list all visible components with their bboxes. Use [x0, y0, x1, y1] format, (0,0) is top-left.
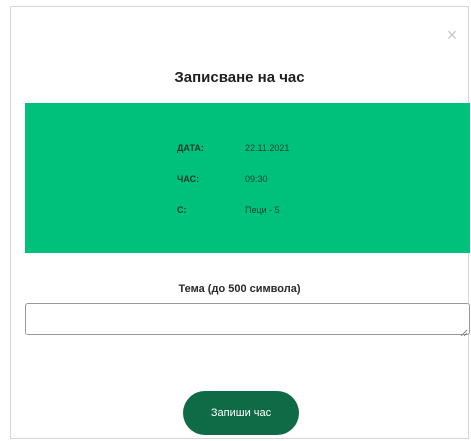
with-label: С:: [177, 205, 187, 215]
close-icon[interactable]: ×: [444, 26, 460, 44]
topic-textarea[interactable]: [25, 303, 470, 335]
topic-label: Тема (до 500 символа): [178, 283, 301, 295]
date-label: ДАТА:: [177, 143, 204, 153]
with-value: Пеци - 5: [245, 205, 280, 215]
resize-handle-icon[interactable]: [459, 324, 468, 337]
appointment-details-panel: ДАТА: 22.11.2021 ЧАС: 09:30 С: Пеци - 5: [25, 103, 470, 253]
time-value: 09:30: [245, 174, 268, 184]
date-value: 22.11.2021: [245, 143, 290, 153]
appointment-dialog: × Записване на час ДАТА: 22.11.2021 ЧАС:…: [10, 6, 470, 439]
submit-appointment-button[interactable]: Запиши час: [183, 391, 299, 435]
dialog-title: Записване на час: [174, 69, 305, 86]
time-label: ЧАС:: [177, 174, 200, 184]
